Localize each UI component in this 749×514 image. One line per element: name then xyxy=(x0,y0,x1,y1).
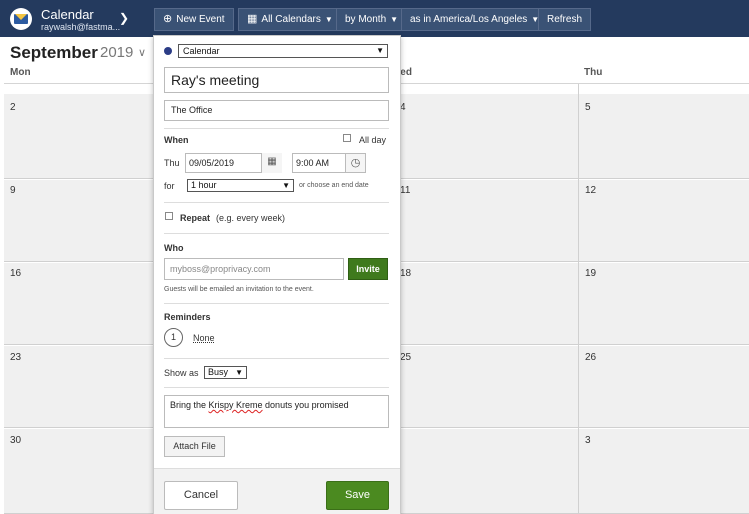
calendar-picker-icon[interactable]: ▦ xyxy=(261,153,282,173)
day-cell-number[interactable]: 19 xyxy=(585,268,596,279)
description-textarea[interactable]: Bring the Krispy Kreme donuts you promis… xyxy=(164,395,389,428)
divider xyxy=(164,387,389,388)
clock-icon[interactable]: ◷ xyxy=(345,153,366,173)
day-of-week-label: Thu xyxy=(164,158,180,168)
refresh-button[interactable]: Refresh xyxy=(538,8,592,31)
new-event-popup: Calendar ▼ Ray's meeting The Office When… xyxy=(153,35,401,514)
column-divider xyxy=(578,84,579,514)
for-label: for xyxy=(164,181,175,191)
all-day-label: All day xyxy=(359,135,387,145)
all-calendars-dropdown[interactable]: ▦ All Calendars ▼ xyxy=(238,8,342,31)
repeat-label: Repeat xyxy=(180,213,211,223)
day-cell-number[interactable]: 18 xyxy=(400,268,411,279)
day-header-mon: Mon xyxy=(10,67,31,78)
divider xyxy=(164,233,389,234)
chevron-down-icon: ▼ xyxy=(324,15,333,24)
day-cell-number[interactable]: 11 xyxy=(400,185,410,196)
chevron-down-icon: ▼ xyxy=(390,15,399,24)
dropdown-arrow-icon: ▼ xyxy=(282,181,290,190)
account-email: raywalsh@fastma... xyxy=(41,22,121,32)
duration-select[interactable]: 1 hour ▼ xyxy=(187,179,294,192)
divider xyxy=(164,128,389,129)
app-logo-icon[interactable] xyxy=(10,8,32,30)
reminder-count-badge[interactable]: 1 xyxy=(164,328,183,347)
day-cell-number[interactable]: 30 xyxy=(10,435,21,446)
invite-button[interactable]: Invite xyxy=(348,258,388,280)
reminders-label: Reminders xyxy=(164,312,211,322)
all-day-checkbox[interactable] xyxy=(343,134,351,142)
day-cell-number[interactable]: 25 xyxy=(400,352,411,363)
save-button[interactable]: Save xyxy=(326,481,389,510)
calendar-grid-icon: ▦ xyxy=(247,13,258,25)
day-cell-number[interactable]: 3 xyxy=(585,435,591,446)
event-location-input[interactable]: The Office xyxy=(164,100,389,121)
day-cell-number[interactable]: 2 xyxy=(10,102,16,113)
attach-file-button[interactable]: Attach File xyxy=(164,436,225,457)
guest-email-input[interactable]: myboss@proprivacy.com xyxy=(164,258,344,280)
day-cell-number[interactable]: 9 xyxy=(10,185,16,196)
view-dropdown[interactable]: by Month ▼ xyxy=(336,8,408,31)
month-chevron-down-icon[interactable]: ∨ xyxy=(138,46,146,59)
who-label: Who xyxy=(164,243,184,253)
divider xyxy=(164,303,389,304)
divider xyxy=(164,358,389,359)
dropdown-arrow-icon: ▼ xyxy=(376,46,384,55)
end-date-link[interactable]: or choose an end date xyxy=(299,182,369,189)
when-label: When xyxy=(164,135,189,145)
day-header-thu: Thu xyxy=(584,67,603,78)
cancel-button[interactable]: Cancel xyxy=(164,481,238,510)
day-cell-number[interactable]: 16 xyxy=(10,268,21,279)
plus-circle-icon: ⊕ xyxy=(163,13,173,25)
divider xyxy=(164,202,389,203)
repeat-hint: (e.g. every week) xyxy=(216,213,286,223)
app-title: Calendar xyxy=(41,7,94,22)
popup-footer: Cancel Save xyxy=(154,468,400,514)
reminder-value-link[interactable]: None xyxy=(193,333,215,343)
month-title[interactable]: September xyxy=(10,43,98,63)
dropdown-arrow-icon: ▼ xyxy=(235,368,243,377)
guests-note: Guests will be emailed an invitation to … xyxy=(164,286,314,293)
month-year[interactable]: 2019 xyxy=(100,44,133,61)
top-bar: Calendar raywalsh@fastma... ❯ ⊕ New Event… xyxy=(0,0,749,37)
day-cell-number[interactable]: 23 xyxy=(10,352,21,363)
calendar-select[interactable]: Calendar ▼ xyxy=(178,44,388,58)
day-cell-number[interactable]: 5 xyxy=(585,102,591,113)
day-cell-number[interactable]: 26 xyxy=(585,352,596,363)
timezone-dropdown[interactable]: as in America/Los Angeles ▼ xyxy=(401,8,549,31)
show-as-select[interactable]: Busy ▼ xyxy=(204,366,247,379)
day-cell-number[interactable]: 12 xyxy=(585,185,596,196)
new-event-button[interactable]: ⊕ New Event xyxy=(154,8,234,31)
show-as-label: Show as xyxy=(164,368,199,378)
calendar-color-dot xyxy=(164,47,172,55)
event-title-input[interactable]: Ray's meeting xyxy=(164,67,389,93)
account-chevron-down-icon[interactable]: ❯ xyxy=(119,11,129,25)
repeat-checkbox[interactable] xyxy=(165,212,173,220)
